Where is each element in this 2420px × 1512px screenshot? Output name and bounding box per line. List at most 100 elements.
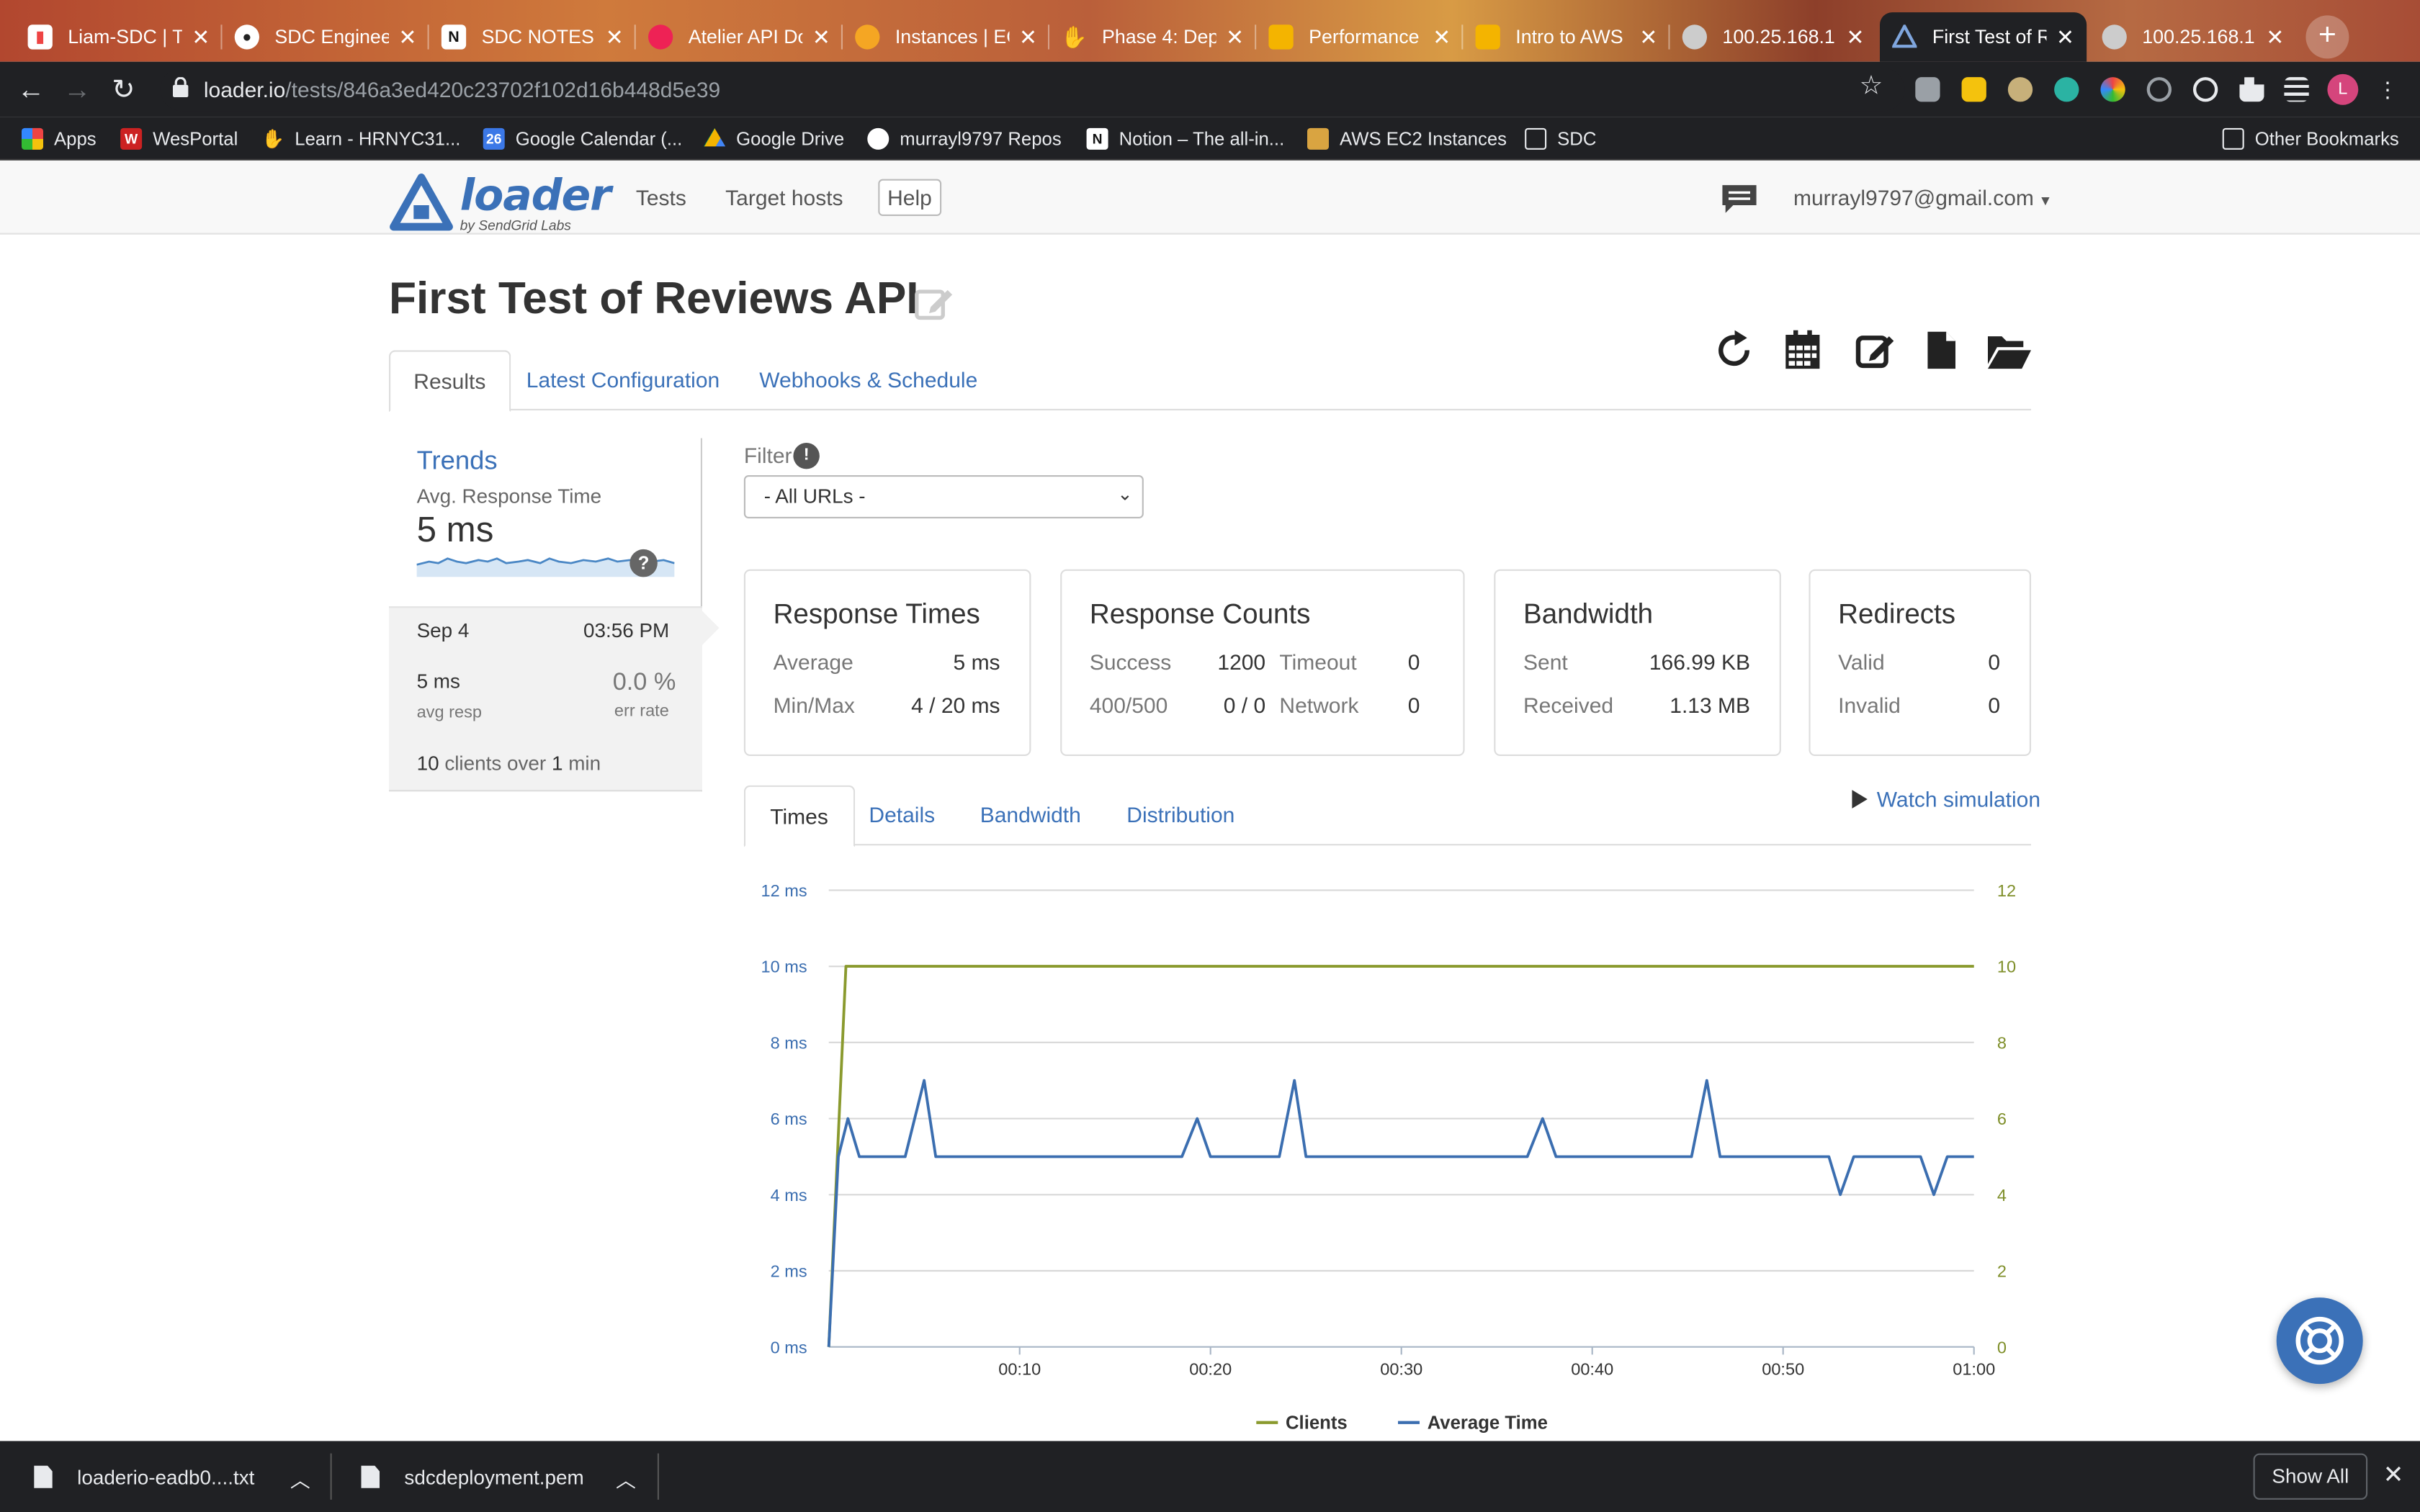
tab-title: Atelier API Do	[688, 26, 803, 48]
extension-icon[interactable]	[2193, 77, 2218, 102]
bookmark-apps[interactable]: Apps	[22, 125, 97, 153]
tab-title: First Test of R	[1932, 26, 2047, 48]
bookmark-star-icon[interactable]: ☆	[1860, 71, 1883, 102]
trends-heading[interactable]: Trends	[417, 446, 498, 477]
chevron-up-icon[interactable]: ︿	[616, 1464, 636, 1494]
browser-tab[interactable]: 100.25.168.1 ✕	[2089, 12, 2296, 62]
bookmark-notion[interactable]: N Notion – The all-in...	[1086, 125, 1284, 153]
watch-simulation-link[interactable]: Watch simulation	[1852, 787, 2040, 811]
reload-icon[interactable]: ↻	[105, 71, 142, 108]
success-label: Success	[1089, 649, 1172, 675]
y-left-tick-label: 6 ms	[771, 1110, 807, 1128]
folder-icon	[2222, 127, 2244, 150]
close-icon[interactable]: ✕	[2056, 24, 2074, 50]
filter-info-icon[interactable]: !	[793, 443, 820, 469]
browser-tab[interactable]: Intro to AWS ✕	[1463, 12, 1670, 62]
show-all-downloads-button[interactable]: Show All	[2253, 1453, 2368, 1500]
close-icon[interactable]: ✕	[398, 24, 416, 50]
chevron-up-icon[interactable]: ︿	[290, 1464, 310, 1494]
apps-icon	[22, 127, 43, 150]
valid-label: Valid	[1838, 649, 1885, 675]
trends-metric-value: 5 ms	[416, 509, 494, 549]
profile-avatar[interactable]: L	[2327, 73, 2359, 105]
chat-icon[interactable]	[1719, 182, 1760, 216]
edit-title-icon[interactable]	[914, 284, 954, 324]
extension-icon[interactable]	[2054, 77, 2079, 102]
card-title: Response Counts	[1089, 598, 1311, 630]
browser-tab[interactable]: ● SDC Enginee ✕	[223, 12, 429, 62]
tab-latest-configuration[interactable]: Latest Configuration	[503, 350, 743, 410]
address-bar[interactable]: loader.io/tests/846a3ed420c23702f102d16b…	[160, 68, 1905, 112]
browser-tab[interactable]: ✋ Phase 4: Depl ✕	[1049, 12, 1257, 62]
url-filter-select[interactable]: - All URLs - ⌄	[743, 475, 1144, 518]
user-menu[interactable]: murrayl9797@gmail.com ▼	[1793, 185, 2052, 210]
close-icon[interactable]: ✕	[1846, 24, 1864, 50]
chart-tab-times[interactable]: Times	[743, 785, 855, 847]
close-icon[interactable]: ✕	[1226, 24, 1244, 50]
globe-icon	[648, 24, 673, 50]
new-tab-button[interactable]: +	[2305, 15, 2349, 59]
x-tick-label: 01:00	[1953, 1359, 1995, 1378]
test-run-card[interactable]: Sep 4 03:56 PM 5 ms avg resp 0.0 % err r…	[389, 606, 720, 792]
browser-tab[interactable]: N SDC NOTES ✕	[429, 12, 636, 62]
bookmark-repos[interactable]: murrayl9797 Repos	[867, 125, 1062, 153]
menu-icon[interactable]: ⋮	[2377, 77, 2401, 102]
extension-icon[interactable]	[1961, 77, 1986, 102]
back-icon[interactable]: ←	[12, 71, 49, 108]
close-icon[interactable]: ✕	[1433, 24, 1451, 50]
browser-tab-active[interactable]: First Test of R ✕	[1880, 12, 2087, 62]
close-icon[interactable]: ✕	[2266, 24, 2284, 50]
help-lifebuoy-button[interactable]	[2276, 1297, 2363, 1385]
response-counts-card: Response Counts Success 1200 Timeout 0 4…	[1060, 569, 1465, 756]
bookmark-aws[interactable]: AWS EC2 Instances	[1307, 125, 1507, 153]
close-icon[interactable]: ✕	[606, 24, 624, 50]
browser-tab[interactable]: Atelier API Do ✕	[636, 12, 843, 62]
chart-tab-bandwidth[interactable]: Bandwidth	[955, 786, 1106, 846]
bookmark-sdc[interactable]: SDC	[1525, 125, 1596, 153]
close-icon[interactable]: ✕	[2383, 1459, 2404, 1490]
tab-results[interactable]: Results	[389, 350, 511, 413]
browser-tab[interactable]: Instances | EC ✕	[843, 12, 1050, 62]
close-icon[interactable]: ✕	[1639, 24, 1657, 50]
tab-title: 100.25.168.1	[1722, 26, 1835, 48]
trends-help-icon[interactable]: ?	[629, 549, 658, 577]
tab-webhooks-schedule[interactable]: Webhooks & Schedule	[736, 350, 1000, 410]
nav-target-hosts[interactable]: Target hosts	[725, 185, 843, 210]
play-icon	[1852, 790, 1868, 809]
chart-tab-distribution[interactable]: Distribution	[1102, 786, 1260, 846]
browser-tab[interactable]: ▮ Liam-SDC | Tr ✕	[15, 12, 223, 62]
browser-window: ▮ Liam-SDC | Tr ✕ ● SDC Enginee ✕ N SDC NO…	[0, 0, 2420, 1512]
other-bookmarks[interactable]: Other Bookmarks	[2222, 125, 2399, 153]
extension-icon[interactable]	[2146, 77, 2172, 102]
nav-tests[interactable]: Tests	[636, 185, 686, 210]
lock-icon	[173, 77, 189, 97]
minmax-label: Min/Max	[773, 693, 855, 718]
bookmark-drive[interactable]: Google Drive	[704, 125, 844, 153]
browser-tab[interactable]: Performance ✕	[1256, 12, 1464, 62]
forward-icon[interactable]: →	[58, 71, 95, 108]
close-icon[interactable]: ✕	[812, 24, 830, 50]
browser-tab[interactable]: 100.25.168.1 ✕	[1670, 12, 1877, 62]
download-item[interactable]: sdcdeployment.pem	[361, 1441, 584, 1512]
extension-icon[interactable]	[2100, 77, 2125, 102]
loader-logo[interactable]: loader by SendGrid Labs	[389, 170, 611, 233]
bookmark-wesportal[interactable]: W WesPortal	[120, 125, 238, 153]
network-value: 0	[1407, 693, 1420, 718]
close-icon[interactable]: ✕	[192, 24, 210, 50]
download-item[interactable]: loaderio-eadb0....txt	[34, 1441, 254, 1512]
y-right-tick-label: 8	[1997, 1033, 2007, 1052]
close-icon[interactable]: ✕	[1019, 24, 1037, 50]
tab-title: SDC NOTES	[481, 26, 594, 48]
x-tick-label: 00:10	[998, 1359, 1041, 1378]
bookmark-learn[interactable]: ✋ Learn - HRNYC31...	[261, 125, 460, 153]
nav-help[interactable]: Help	[878, 179, 941, 216]
y-left-tick-label: 0 ms	[771, 1338, 807, 1356]
bookmark-calendar[interactable]: 26 Google Calendar (...	[483, 125, 682, 153]
sent-value: 166.99 KB	[1649, 649, 1750, 675]
puzzle-icon[interactable]	[2239, 77, 2264, 102]
media-icon[interactable]	[2284, 77, 2309, 102]
chart-tab-details[interactable]: Details	[844, 786, 959, 846]
extension-icon[interactable]	[2007, 77, 2033, 102]
extension-icon[interactable]	[1915, 77, 1940, 102]
tab-strip: ▮ Liam-SDC | Tr ✕ ● SDC Enginee ✕ N SDC NO…	[0, 0, 2420, 62]
